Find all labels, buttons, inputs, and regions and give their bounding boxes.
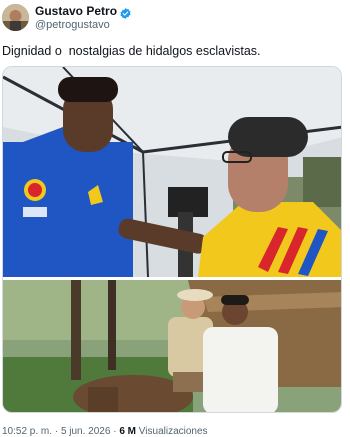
verified-badge-icon bbox=[120, 6, 131, 19]
photo-bottom[interactable] bbox=[3, 280, 342, 413]
tweet-date[interactable]: 5 jun. 2026 bbox=[61, 426, 111, 437]
avatar[interactable] bbox=[2, 4, 29, 31]
photo-top[interactable] bbox=[3, 67, 342, 278]
tweet-media[interactable] bbox=[2, 66, 342, 413]
tweet-time[interactable]: 10:52 p. m. bbox=[2, 426, 52, 437]
tweet-text: Dignidad o nostalgias de hidalgos esclav… bbox=[2, 44, 261, 58]
author-handle[interactable]: @petrogustavo bbox=[35, 19, 110, 32]
views-label: Visualizaciones bbox=[138, 426, 208, 437]
author-display-name[interactable]: Gustavo Petro bbox=[35, 4, 117, 18]
meta-separator: · bbox=[113, 426, 117, 437]
meta-separator: · bbox=[54, 426, 59, 437]
tweet-header: Gustavo Petro @petrogustavo bbox=[0, 0, 350, 36]
views-count[interactable]: 6 M bbox=[119, 426, 136, 437]
tweet-meta: 10:52 p. m. · 5 jun. 2026 · 6 M Visualiz… bbox=[2, 426, 208, 437]
